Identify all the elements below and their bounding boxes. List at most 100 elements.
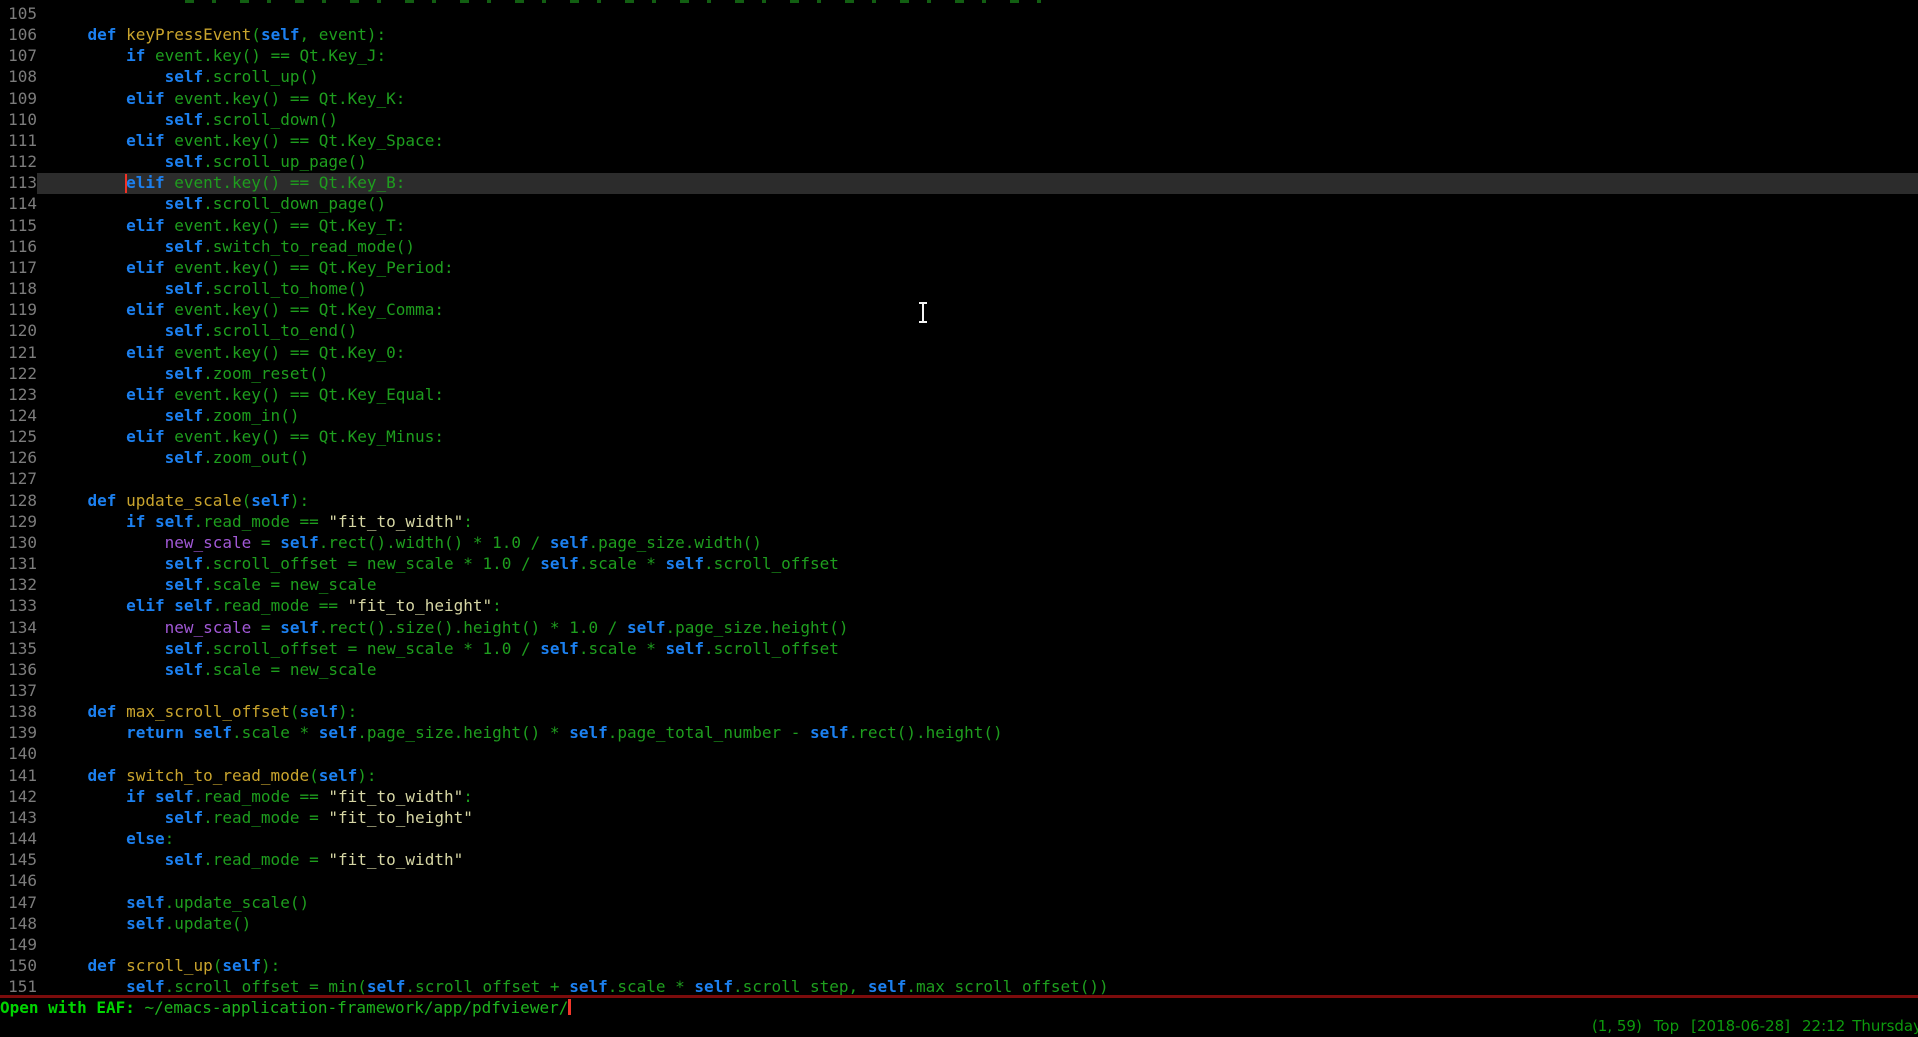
code-text[interactable]	[37, 469, 1918, 490]
code-text[interactable]: new_scale = self.rect().size().height() …	[37, 618, 1918, 639]
code-line[interactable]: 105	[0, 4, 1918, 25]
code-line[interactable]: 139 return self.scale * self.page_size.h…	[0, 723, 1918, 744]
code-line[interactable]: 127	[0, 469, 1918, 490]
code-text[interactable]: elif event.key() == Qt.Key_K:	[37, 89, 1918, 110]
code-line[interactable]: 148 self.update()	[0, 914, 1918, 935]
code-line[interactable]: 140	[0, 744, 1918, 765]
code-line[interactable]: 134 new_scale = self.rect().size().heigh…	[0, 618, 1918, 639]
code-text[interactable]: self.zoom_in()	[37, 406, 1918, 427]
code-line[interactable]: 115 elif event.key() == Qt.Key_T:	[0, 216, 1918, 237]
code-text[interactable]: elif self.read_mode == "fit_to_height":	[37, 596, 1918, 617]
code-line[interactable]: 143 self.read_mode = "fit_to_height"	[0, 808, 1918, 829]
code-text[interactable]: elif event.key() == Qt.Key_0:	[37, 343, 1918, 364]
code-line[interactable]: 116 self.switch_to_read_mode()	[0, 237, 1918, 258]
code-text[interactable]: self.scale = new_scale	[37, 660, 1918, 681]
code-text[interactable]	[37, 935, 1918, 956]
code-line[interactable]: 128 def update_scale(self):	[0, 491, 1918, 512]
code-text[interactable]: self.scroll_offset = min(self.scroll_off…	[37, 977, 1918, 995]
code-line[interactable]: 112 self.scroll_up_page()	[0, 152, 1918, 173]
code-text[interactable]: self.zoom_reset()	[37, 364, 1918, 385]
code-line[interactable]: 110 self.scroll_down()	[0, 110, 1918, 131]
code-line[interactable]: 122 self.zoom_reset()	[0, 364, 1918, 385]
code-text[interactable]: self.scroll_down_page()	[37, 194, 1918, 215]
code-line[interactable]: 126 self.zoom_out()	[0, 448, 1918, 469]
code-line[interactable]: 121 elif event.key() == Qt.Key_0:	[0, 343, 1918, 364]
code-line[interactable]: 135 self.scroll_offset = new_scale * 1.0…	[0, 639, 1918, 660]
code-line[interactable]: 145 self.read_mode = "fit_to_width"	[0, 850, 1918, 871]
code-text[interactable]: self.scroll_to_end()	[37, 321, 1918, 342]
code-text[interactable]: def keyPressEvent(self, event):	[37, 25, 1918, 46]
code-line[interactable]: 138 def max_scroll_offset(self):	[0, 702, 1918, 723]
code-line[interactable]: 130 new_scale = self.rect().width() * 1.…	[0, 533, 1918, 554]
code-line[interactable]: 150 def scroll_up(self):	[0, 956, 1918, 977]
code-text[interactable]: self.scroll_up()	[37, 67, 1918, 88]
code-text[interactable]: def scroll_up(self):	[37, 956, 1918, 977]
code-text[interactable]: self.scroll_down()	[37, 110, 1918, 131]
code-line[interactable]: 137	[0, 681, 1918, 702]
code-line[interactable]: 124 self.zoom_in()	[0, 406, 1918, 427]
code-text[interactable]: def max_scroll_offset(self):	[37, 702, 1918, 723]
code-line[interactable]: 120 self.scroll_to_end()	[0, 321, 1918, 342]
code-text[interactable]: self.scroll_offset = new_scale * 1.0 / s…	[37, 554, 1918, 575]
code-token: ):	[357, 766, 376, 785]
code-line[interactable]: 131 self.scroll_offset = new_scale * 1.0…	[0, 554, 1918, 575]
code-text[interactable]: def switch_to_read_mode(self):	[37, 766, 1918, 787]
code-line[interactable]: 149	[0, 935, 1918, 956]
code-line[interactable]: 114 self.scroll_down_page()	[0, 194, 1918, 215]
code-line[interactable]: 107 if event.key() == Qt.Key_J:	[0, 46, 1918, 67]
code-text[interactable]: self.scale = new_scale	[37, 575, 1918, 596]
code-text[interactable]: new_scale = self.rect().width() * 1.0 / …	[37, 533, 1918, 554]
code-text[interactable]: elif event.key() == Qt.Key_B:	[37, 173, 1918, 194]
code-text[interactable]: if self.read_mode == "fit_to_width":	[37, 512, 1918, 533]
code-text[interactable]: if event.key() == Qt.Key_J:	[37, 46, 1918, 67]
code-text[interactable]	[37, 744, 1918, 765]
code-text[interactable]: self.scroll_offset = new_scale * 1.0 / s…	[37, 639, 1918, 660]
code-text[interactable]: self.zoom_out()	[37, 448, 1918, 469]
code-text[interactable]: self.read_mode = "fit_to_height"	[37, 808, 1918, 829]
code-line[interactable]: 133 elif self.read_mode == "fit_to_heigh…	[0, 596, 1918, 617]
code-text[interactable]: self.update()	[37, 914, 1918, 935]
code-line[interactable]: 119 elif event.key() == Qt.Key_Comma:	[0, 300, 1918, 321]
code-line[interactable]: 123 elif event.key() == Qt.Key_Equal:	[0, 385, 1918, 406]
code-line[interactable]: 118 self.scroll_to_home()	[0, 279, 1918, 300]
code-text[interactable]	[37, 871, 1918, 892]
code-line[interactable]: 144 else:	[0, 829, 1918, 850]
code-line[interactable]: 147 self.update_scale()	[0, 893, 1918, 914]
code-token: self	[299, 702, 338, 721]
code-text[interactable]: elif event.key() == Qt.Key_Equal:	[37, 385, 1918, 406]
code-line[interactable]: 111 elif event.key() == Qt.Key_Space:	[0, 131, 1918, 152]
code-text[interactable]: return self.scale * self.page_size.heigh…	[37, 723, 1918, 744]
code-text[interactable]	[37, 4, 1918, 25]
code-text[interactable]: if self.read_mode == "fit_to_width":	[37, 787, 1918, 808]
code-token: self	[165, 406, 204, 425]
code-text[interactable]: elif event.key() == Qt.Key_Comma:	[37, 300, 1918, 321]
code-text[interactable]: def update_scale(self):	[37, 491, 1918, 512]
code-line[interactable]: 108 self.scroll_up()	[0, 67, 1918, 88]
code-text[interactable]: elif event.key() == Qt.Key_Minus:	[37, 427, 1918, 448]
code-line[interactable]: 142 if self.read_mode == "fit_to_width":	[0, 787, 1918, 808]
code-line[interactable]: 109 elif event.key() == Qt.Key_K:	[0, 89, 1918, 110]
code-text[interactable]: elif event.key() == Qt.Key_Period:	[37, 258, 1918, 279]
code-text[interactable]: self.scroll_up_page()	[37, 152, 1918, 173]
code-line[interactable]: 136 self.scale = new_scale	[0, 660, 1918, 681]
code-line[interactable]: 141 def switch_to_read_mode(self):	[0, 766, 1918, 787]
code-line[interactable]: 151 self.scroll_offset = min(self.scroll…	[0, 977, 1918, 995]
minibuffer-line[interactable]: Open with EAF: ~/emacs-application-frame…	[0, 998, 1918, 1018]
code-line[interactable]: 106 def keyPressEvent(self, event):	[0, 25, 1918, 46]
code-line[interactable]: 129 if self.read_mode == "fit_to_width":	[0, 512, 1918, 533]
code-text[interactable]: self.update_scale()	[37, 893, 1918, 914]
code-buffer[interactable]: 105106 def keyPressEvent(self, event):10…	[0, 4, 1918, 995]
code-line[interactable]: 113 elif event.key() == Qt.Key_B:	[0, 173, 1918, 194]
code-text[interactable]: self.scroll_to_home()	[37, 279, 1918, 300]
code-line[interactable]: 132 self.scale = new_scale	[0, 575, 1918, 596]
code-text[interactable]: self.read_mode = "fit_to_width"	[37, 850, 1918, 871]
minibuffer-input[interactable]: ~/emacs-application-framework/app/pdfvie…	[145, 998, 569, 1017]
code-line[interactable]: 125 elif event.key() == Qt.Key_Minus:	[0, 427, 1918, 448]
code-text[interactable]: self.switch_to_read_mode()	[37, 237, 1918, 258]
code-text[interactable]	[37, 681, 1918, 702]
code-text[interactable]: else:	[37, 829, 1918, 850]
code-line[interactable]: 146	[0, 871, 1918, 892]
code-text[interactable]: elif event.key() == Qt.Key_Space:	[37, 131, 1918, 152]
code-line[interactable]: 117 elif event.key() == Qt.Key_Period:	[0, 258, 1918, 279]
code-text[interactable]: elif event.key() == Qt.Key_T:	[37, 216, 1918, 237]
